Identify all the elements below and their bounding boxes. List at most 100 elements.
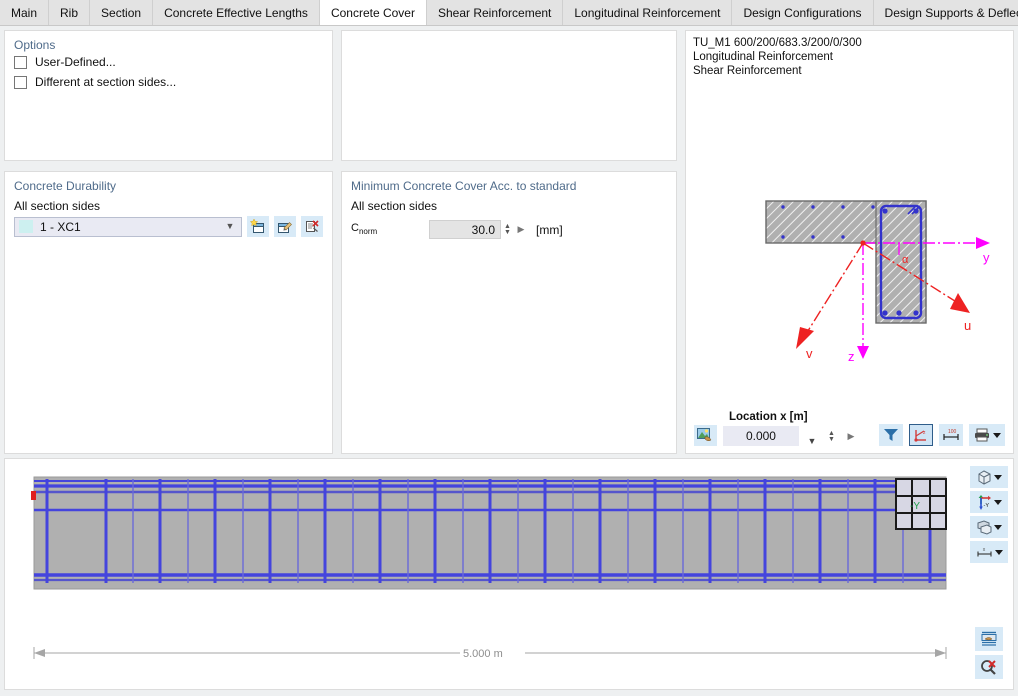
dimension-value: 5.000 m (463, 648, 503, 660)
location-chevron-down-icon[interactable]: ▼ (805, 437, 819, 446)
exposure-class-dropdown[interactable]: 1 - XC1 ▼ (14, 216, 242, 237)
tab-rib[interactable]: Rib (49, 0, 91, 25)
tab-concrete-cover[interactable]: Concrete Cover (319, 0, 427, 25)
origin-point (860, 240, 866, 246)
tab-label: Longitudinal Reinforcement (574, 5, 721, 20)
exposure-class-value: 1 - XC1 (40, 219, 81, 234)
checkbox-different-at-section-sides-box[interactable] (14, 75, 27, 89)
tab-label: Main (11, 5, 38, 20)
view-mode-button[interactable] (970, 466, 1008, 488)
new-exposure-class-button[interactable] (247, 216, 269, 237)
view-mode-chevron-down-icon[interactable] (993, 474, 1002, 480)
axis-label-u: u (964, 318, 971, 333)
middle-column: Minimum Concrete Cover Acc. to standard … (341, 30, 677, 454)
location-stepper[interactable]: ▲ ▼ (825, 427, 838, 446)
location-x-dropdown[interactable]: 0.000 (722, 426, 799, 446)
print-chevron-down-icon[interactable] (992, 432, 1001, 438)
empty-panel (341, 30, 677, 161)
show-axes-button[interactable]: z (909, 424, 933, 446)
cnorm-input[interactable]: 30.0 (429, 220, 501, 239)
checkbox-user-defined-box[interactable] (14, 55, 27, 69)
image-icon (696, 428, 712, 442)
cnorm-field-row: Cnorm 30.0 ▲ ▼ ▶ [mm] (342, 216, 676, 243)
delete-icon (306, 220, 319, 232)
svg-text:x: x (982, 547, 985, 553)
nav-cube-label: -Y (910, 501, 920, 512)
cnorm-label: Cnorm (351, 222, 429, 236)
beam-elevation-graphic: 5.000 m -Y (31, 476, 947, 660)
beam-view-toolbar: -Y x (970, 466, 1008, 563)
checkbox-different-at-section-sides[interactable]: Different at section sides... (5, 72, 332, 92)
checkbox-different-at-section-sides-label: Different at section sides... (35, 75, 177, 89)
svg-text:-Y: -Y (983, 503, 989, 509)
axes-icon: z (914, 429, 926, 442)
cnorm-label-sub: norm (358, 227, 378, 237)
tab-label: Design Supports & Deflection (884, 5, 1018, 20)
cnorm-stepper[interactable]: ▲ ▼ (501, 220, 514, 239)
checkbox-user-defined-label: User-Defined... (35, 55, 116, 69)
min-cover-all-section-sides-label: All section sides (351, 199, 438, 213)
tab-label: Section (101, 5, 142, 20)
durability-all-section-sides-label: All section sides (14, 199, 101, 213)
stepper-down-icon[interactable]: ▼ (504, 229, 511, 236)
tab-main[interactable]: Main (0, 0, 50, 25)
reset-zoom-button[interactable] (975, 655, 1003, 679)
checkbox-user-defined[interactable]: User-Defined... (5, 52, 332, 72)
printer-icon (974, 428, 989, 442)
axis-orientation-button[interactable]: -Y (970, 491, 1008, 513)
render-image-button[interactable] (693, 425, 717, 446)
exposure-class-color-swatch (19, 220, 33, 233)
tab-section[interactable]: Section (90, 0, 154, 25)
axis-label-y: y (983, 250, 990, 265)
tab-shear-reinforcement[interactable]: Shear Reinforcement (426, 0, 564, 25)
axis-label-v: v (806, 346, 813, 361)
show-dimensions-button[interactable]: 100 (939, 424, 963, 446)
edit-exposure-class-button[interactable] (274, 216, 296, 237)
tab-design-configurations[interactable]: Design Configurations (732, 0, 874, 25)
concrete-durability-panel: Concrete Durability All section sides 1 … (4, 171, 333, 454)
beam-elevation-panel[interactable]: 5.000 m -Y -Y x (4, 458, 1014, 690)
tab-label: Concrete Effective Lengths (164, 5, 308, 20)
render-style-button[interactable] (970, 516, 1008, 538)
edit-icon (278, 222, 292, 233)
svg-text:100: 100 (948, 429, 957, 435)
minimum-concrete-cover-title: Minimum Concrete Cover Acc. to standard (351, 179, 577, 193)
right-column: TU_M1 600/200/683.3/200/0/300 Longitudin… (684, 30, 1014, 454)
print-button[interactable] (969, 424, 1005, 446)
axis-orientation-chevron-down-icon[interactable] (993, 499, 1002, 505)
minimum-concrete-cover-panel: Minimum Concrete Cover Acc. to standard … (341, 171, 677, 454)
dimension-style-chevron-down-icon[interactable] (994, 549, 1003, 555)
new-icon (250, 219, 264, 233)
tab-concrete-effective-lengths[interactable]: Concrete Effective Lengths (153, 0, 320, 25)
delete-exposure-class-button[interactable] (301, 216, 323, 237)
svg-text:z: z (923, 430, 926, 436)
stepper-down-icon[interactable]: ▼ (828, 436, 835, 443)
location-next-button[interactable]: ▶ (844, 427, 858, 446)
chevron-down-icon[interactable]: ▼ (223, 222, 237, 231)
filter-button[interactable] (879, 424, 903, 446)
work-area: Options User-Defined... Different at sec… (0, 26, 1018, 458)
table-edit-icon (981, 631, 997, 646)
dimension-style-button[interactable]: x (970, 541, 1008, 563)
edit-table-button[interactable] (975, 627, 1003, 651)
axis-label-alpha: α (902, 254, 909, 266)
cross-section-graphic: y z u v α (765, 200, 990, 364)
solid-icon (977, 519, 991, 535)
section-viewer-toolbar: 0.000 ▼ ▲ ▼ ▶ z 100 (686, 405, 1013, 453)
durability-controls-row: 1 - XC1 ▼ (5, 216, 332, 237)
section-viewer[interactable]: TU_M1 600/200/683.3/200/0/300 Longitudin… (684, 30, 1014, 454)
tab-design-supports-deflection[interactable]: Design Supports & Deflection (873, 0, 1018, 25)
dimension-icon: 100 (943, 429, 959, 440)
cnorm-more-button[interactable]: ▶ (514, 220, 528, 239)
tab-label: Shear Reinforcement (437, 5, 552, 20)
cnorm-label-main: C (351, 222, 359, 235)
navigation-cube: -Y (895, 478, 947, 530)
concrete-durability-title: Concrete Durability (14, 179, 117, 193)
tab-label: Design Configurations (743, 5, 862, 20)
axis-v (795, 242, 864, 349)
cnorm-value: 30.0 (471, 222, 495, 237)
axis-z (856, 243, 869, 359)
tab-longitudinal-reinforcement[interactable]: Longitudinal Reinforcement (563, 0, 733, 25)
zoom-reset-icon (981, 660, 996, 675)
render-style-chevron-down-icon[interactable] (993, 524, 1002, 530)
